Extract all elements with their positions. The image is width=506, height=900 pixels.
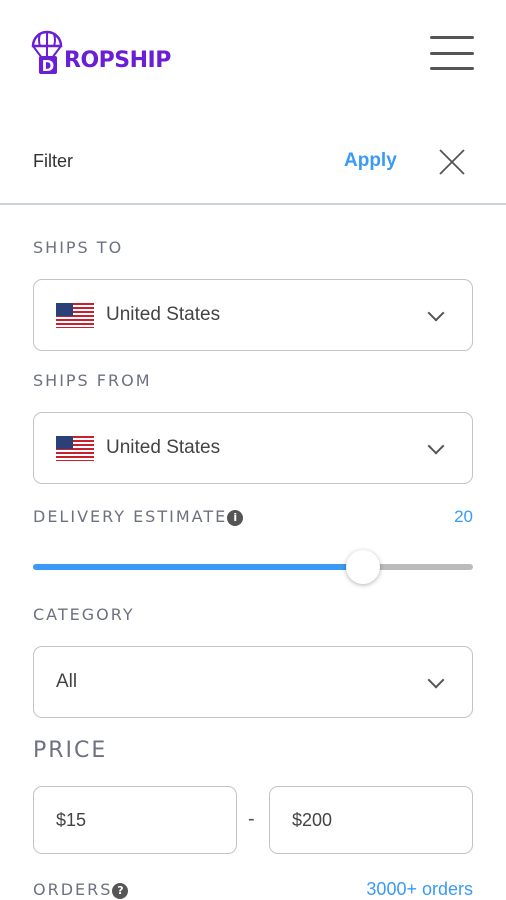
ships-from-select[interactable]: United States bbox=[33, 412, 473, 484]
divider bbox=[0, 203, 506, 205]
delivery-estimate-text: DELIVERY ESTIMATE bbox=[33, 507, 228, 526]
ships-from-value: United States bbox=[106, 437, 221, 458]
orders-text: ORDERS bbox=[33, 880, 113, 899]
close-icon[interactable] bbox=[438, 148, 466, 176]
ships-to-value: United States bbox=[106, 304, 221, 325]
svg-text:D: D bbox=[42, 57, 54, 75]
parachute-icon: D bbox=[31, 30, 63, 75]
price-min-input[interactable]: $15 bbox=[33, 786, 237, 854]
category-select[interactable]: All bbox=[33, 646, 473, 718]
help-icon[interactable]: ? bbox=[112, 883, 129, 899]
info-icon[interactable]: i bbox=[227, 510, 244, 526]
us-flag-icon bbox=[56, 302, 94, 328]
price-label: PRICE bbox=[33, 738, 108, 763]
delivery-slider-thumb[interactable] bbox=[346, 550, 380, 584]
ships-from-label: SHIPS FROM bbox=[33, 371, 152, 390]
price-separator: - bbox=[248, 808, 255, 830]
price-max-input[interactable]: $200 bbox=[269, 786, 473, 854]
delivery-slider-track[interactable] bbox=[33, 564, 473, 570]
delivery-slider-fill bbox=[33, 564, 363, 570]
delivery-estimate-label: DELIVERY ESTIMATE i bbox=[33, 507, 244, 526]
ships-to-select[interactable]: United States bbox=[33, 279, 473, 351]
category-label: CATEGORY bbox=[33, 605, 135, 624]
orders-label: ORDERS? bbox=[33, 880, 129, 899]
logo-text: ROPSHIP bbox=[64, 48, 171, 73]
chevron-down-icon bbox=[427, 437, 445, 455]
delivery-estimate-value: 20 bbox=[454, 507, 473, 526]
hamburger-menu-button[interactable] bbox=[430, 36, 474, 70]
chevron-down-icon bbox=[427, 671, 445, 689]
logo[interactable]: D ROPSHIP bbox=[30, 28, 171, 76]
apply-button[interactable]: Apply bbox=[344, 150, 397, 172]
filter-title: Filter bbox=[33, 151, 73, 171]
category-value: All bbox=[56, 671, 78, 692]
chevron-down-icon bbox=[427, 304, 445, 322]
us-flag-icon bbox=[56, 435, 94, 461]
orders-value[interactable]: 3000+ orders bbox=[366, 879, 473, 900]
ships-to-label: SHIPS TO bbox=[33, 238, 124, 257]
